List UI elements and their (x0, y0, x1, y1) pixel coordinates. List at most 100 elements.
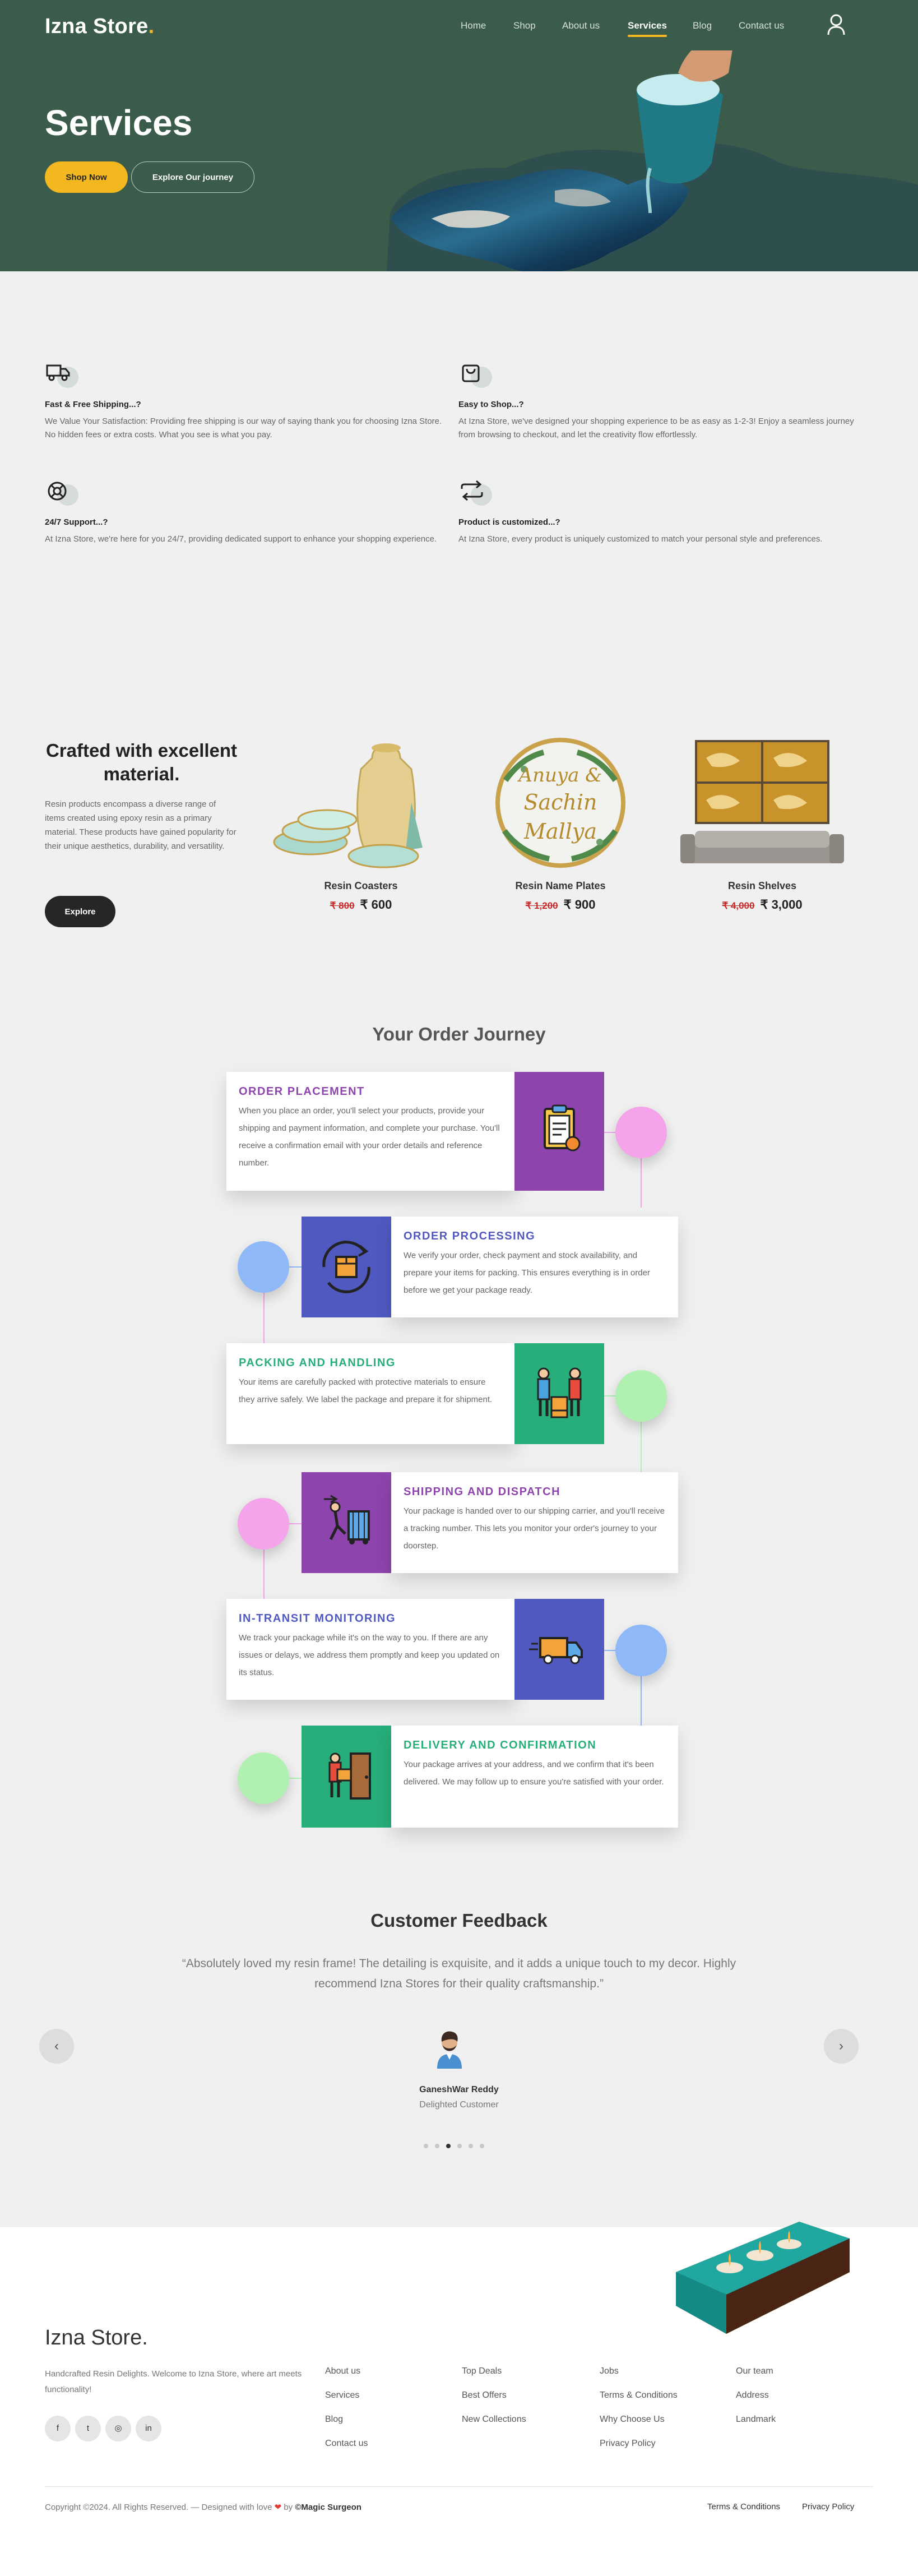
footer-logo[interactable]: Izna Store. (45, 2326, 148, 2350)
timeline-connector (289, 1523, 302, 1524)
journey-step-text: Your package arrives at your address, an… (404, 1760, 664, 1787)
footer-link-new-collections[interactable]: New Collections (462, 2415, 526, 2425)
carousel-dot[interactable] (435, 2144, 439, 2148)
footer-about: Handcrafted Resin Delights. Welcome to I… (45, 2369, 302, 2394)
carousel-next-button[interactable]: › (824, 2029, 859, 2064)
customer-avatar (437, 2031, 462, 2069)
nav-contact-us[interactable]: Contact us (739, 20, 784, 31)
journey-step-text: We track your package while it's on the … (239, 1633, 500, 1677)
product-name: Resin Name Plates (515, 880, 606, 891)
timeline-node (238, 1752, 289, 1804)
footer-privacy-link[interactable]: Privacy Policy (802, 2502, 854, 2512)
carousel-dot-active[interactable] (446, 2144, 451, 2148)
carousel-dot[interactable] (469, 2144, 473, 2148)
explore-button[interactable]: Explore (45, 896, 115, 927)
delivery-truck-icon (514, 1599, 604, 1700)
crafted-text: Resin products encompass a diverse range… (45, 799, 237, 851)
facebook-icon[interactable]: f (45, 2416, 71, 2441)
product-card[interactable]: Resin Coasters ₹ 800 ₹ 600 (271, 736, 451, 912)
timeline-node (238, 1241, 289, 1293)
footer-link-blog[interactable]: Blog (325, 2415, 343, 2425)
user-icon[interactable] (827, 13, 846, 36)
feature-title: Easy to Shop...? (458, 400, 524, 409)
nav-home[interactable]: Home (461, 20, 486, 31)
footer-link-contact[interactable]: Contact us (325, 2439, 368, 2449)
feature-text: At Izna Store, we've designed your shopp… (458, 417, 854, 440)
feature-title: Fast & Free Shipping...? (45, 400, 141, 409)
footer-link-why-choose-us[interactable]: Why Choose Us (600, 2415, 665, 2425)
old-price: ₹ 4,000 (722, 900, 755, 911)
journey-step-text: We verify your order, check payment and … (404, 1251, 650, 1295)
feature-text: We Value Your Satisfaction: Providing fr… (45, 417, 442, 440)
designer-credit[interactable]: ©Magic Surgeon (295, 2503, 361, 2512)
shopping-bag-icon (458, 360, 492, 388)
feedback-quote: “Absolutely loved my resin frame! The de… (182, 1957, 736, 1990)
journey-card: IN-TRANSIT MONITORING We track your pack… (226, 1599, 517, 1700)
footer-terms-link[interactable]: Terms & Conditions (707, 2502, 780, 2512)
product-card[interactable]: Anuya & Sachin Mallya Resin Name Plates … (471, 736, 650, 912)
footer-link-services[interactable]: Services (325, 2390, 359, 2401)
heart-icon: ❤ (274, 2503, 282, 2512)
lifebuoy-icon (45, 478, 78, 506)
feature-title: 24/7 Support...? (45, 517, 108, 527)
timeline-connector (603, 1132, 615, 1133)
product-name: Resin Shelves (727, 880, 797, 891)
footer-link-jobs[interactable]: Jobs (600, 2366, 619, 2376)
resin-candle-holder-image (676, 2222, 850, 2334)
carousel-dot[interactable] (480, 2144, 484, 2148)
truck-icon (45, 360, 78, 388)
footer-link-our-team[interactable]: Our team (736, 2366, 773, 2376)
twitter-icon[interactable]: t (75, 2416, 101, 2441)
timeline-connector (641, 1158, 642, 1208)
product-price: ₹ 4,000 ₹ 3,000 (673, 898, 852, 912)
plate-line-1: Anuya & (517, 764, 602, 787)
resin-name-plate-image: Anuya & Sachin Mallya (495, 738, 625, 868)
journey-step-title: ORDER PLACEMENT (239, 1085, 365, 1098)
journey-step-text: Your package is handed over to our shipp… (404, 1506, 665, 1551)
linkedin-icon[interactable]: in (136, 2416, 161, 2441)
nav-services[interactable]: Services (628, 20, 667, 37)
carousel-dot[interactable] (424, 2144, 428, 2148)
shop-now-button[interactable]: Shop Now (45, 161, 128, 193)
plate-line-3: Mallya (523, 819, 597, 844)
timeline-connector (289, 1778, 302, 1779)
footer-link-about[interactable]: About us (325, 2366, 360, 2376)
journey-step-text: When you place an order, you'll select y… (239, 1106, 500, 1168)
timeline-node (615, 1107, 667, 1158)
feature-title: Product is customized...? (458, 517, 560, 527)
footer-link-privacy[interactable]: Privacy Policy (600, 2439, 656, 2449)
product-card[interactable]: Resin Shelves ₹ 4,000 ₹ 3,000 (673, 736, 852, 912)
site-footer: Izna Store. Handcrafted Resin Delights. … (0, 2222, 918, 2576)
customer-role: Delighted Customer (419, 2100, 499, 2110)
carousel-prev-button[interactable]: ‹ (39, 2029, 74, 2064)
nav-blog[interactable]: Blog (693, 20, 712, 31)
dispatch-cart-icon (302, 1472, 391, 1573)
site-logo[interactable]: Izna Store. (45, 15, 154, 39)
journey-card: DELIVERY AND CONFIRMATION Your package a… (391, 1726, 678, 1828)
footer-link-address[interactable]: Address (736, 2390, 769, 2401)
current-price: ₹ 600 (360, 898, 392, 912)
timeline-connector (603, 1650, 615, 1651)
journey-step-text: Your items are carefully packed with pro… (239, 1377, 493, 1404)
timeline-connector (641, 1676, 642, 1729)
instagram-icon[interactable]: ◎ (105, 2416, 131, 2441)
journey-step-title: IN-TRANSIT MONITORING (239, 1612, 396, 1625)
timeline-connector (263, 1550, 265, 1601)
nav-about-us[interactable]: About us (562, 20, 600, 31)
carousel-dot[interactable] (457, 2144, 462, 2148)
footer-divider (45, 2486, 873, 2487)
footer-link-landmark[interactable]: Landmark (736, 2415, 776, 2425)
journey-card: ORDER PLACEMENT When you place an order,… (226, 1072, 517, 1191)
copyright-text: Copyright ©2024. All Rights Reserved. — … (45, 2503, 361, 2512)
timeline-connector (263, 1293, 265, 1347)
nav-shop[interactable]: Shop (513, 20, 536, 31)
plate-line-2: Sachin (523, 790, 597, 815)
resin-pour-image (387, 50, 918, 271)
footer-link-terms[interactable]: Terms & Conditions (600, 2390, 678, 2401)
footer-link-best-offers[interactable]: Best Offers (462, 2390, 507, 2401)
footer-link-top-deals[interactable]: Top Deals (462, 2366, 502, 2376)
explore-journey-button[interactable]: Explore Our journey (131, 161, 254, 193)
old-price: ₹ 1,200 (525, 900, 558, 911)
timeline-node (238, 1498, 289, 1550)
customer-name: GaneshWar Reddy (419, 2085, 499, 2094)
